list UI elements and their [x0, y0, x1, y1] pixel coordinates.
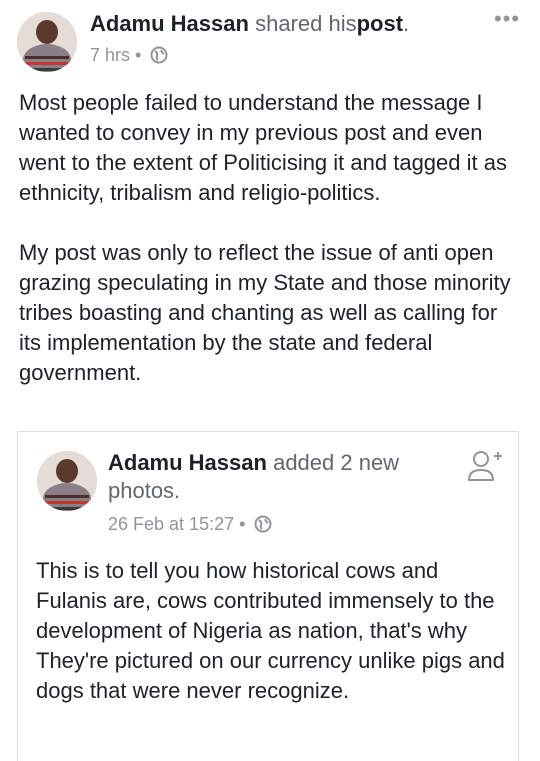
shared-author-name[interactable]: Adamu Hassan [108, 450, 267, 475]
shared-post-link[interactable]: post [357, 11, 403, 36]
meta-separator: • [135, 45, 142, 65]
post-header: Adamu Hassan shared hispost. 7 hrs • ••• [0, 0, 540, 80]
post-paragraph: Most people failed to understand the mes… [19, 90, 507, 205]
add-friend-icon[interactable] [466, 446, 506, 486]
post-paragraph: My post was only to reflect the issue of… [19, 240, 511, 385]
author-name[interactable]: Adamu Hassan [90, 11, 249, 36]
action-suffix: . [403, 11, 410, 36]
globe-icon [254, 515, 272, 538]
post-body: Most people failed to understand the mes… [19, 88, 525, 418]
post-meta: 7 hrs • [90, 44, 168, 69]
post-timestamp[interactable]: 7 hrs [90, 45, 130, 65]
action-text: shared his [255, 11, 357, 36]
shared-post-card[interactable]: Adamu Hassan added 2 new photos. 26 Feb … [17, 431, 519, 761]
globe-icon [150, 46, 168, 69]
more-options-icon[interactable]: ••• [492, 8, 522, 32]
shared-post-timestamp[interactable]: 26 Feb at 15:27 [108, 514, 234, 534]
shared-post-meta: 26 Feb at 15:27 • [108, 513, 272, 538]
shared-author-avatar[interactable] [37, 451, 97, 511]
post-header-line: Adamu Hassan shared hispost. [90, 10, 409, 38]
shared-post-header: Adamu Hassan added 2 new photos. [108, 449, 438, 505]
shared-post-body: This is to tell you how historical cows … [36, 558, 505, 703]
author-avatar[interactable] [17, 12, 77, 72]
meta-separator: • [239, 514, 246, 534]
